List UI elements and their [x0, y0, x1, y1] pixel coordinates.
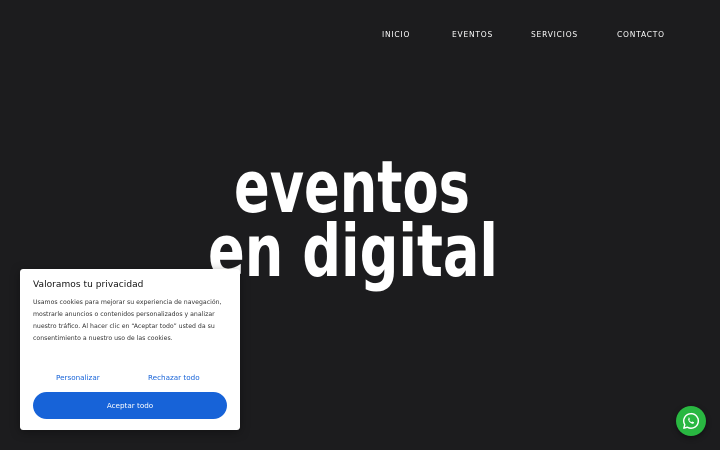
accept-all-button[interactable]: Aceptar todo	[33, 392, 227, 419]
hero-title: eventos en digital	[200, 150, 510, 300]
nav-item-inicio[interactable]: INICIO	[382, 29, 410, 41]
cookie-consent-dialog: Valoramos tu privacidad Usamos cookies p…	[20, 269, 240, 430]
hero-title-line2: en digital	[208, 209, 498, 293]
whatsapp-icon	[683, 412, 700, 429]
hero-title-graphic: eventos en digital	[208, 150, 498, 293]
nav-item-contacto[interactable]: CONTACTO	[617, 29, 665, 41]
main-nav: INICIO EVENTOS SERVICIOS CONTACTO	[0, 29, 720, 43]
page: INICIO EVENTOS SERVICIOS CONTACTO evento…	[0, 0, 720, 450]
customize-button[interactable]: Personalizar	[56, 373, 100, 382]
cookie-dialog-text: Usamos cookies para mejorar su experienc…	[33, 299, 222, 343]
whatsapp-button[interactable]	[676, 406, 706, 436]
nav-item-eventos[interactable]: EVENTOS	[452, 29, 493, 41]
reject-all-button[interactable]: Rechazar todo	[148, 373, 200, 382]
nav-item-servicios[interactable]: SERVICIOS	[531, 29, 578, 41]
cookie-dialog-title: Valoramos tu privacidad	[33, 280, 144, 290]
